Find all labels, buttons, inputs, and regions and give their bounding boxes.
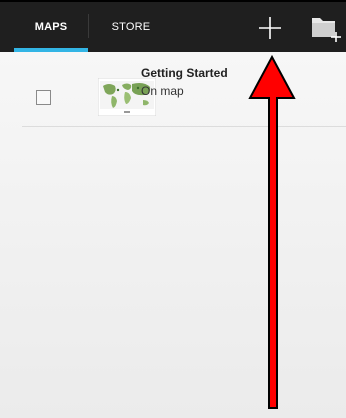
plus-icon xyxy=(259,17,281,39)
add-map-button[interactable] xyxy=(254,12,286,44)
maps-list xyxy=(0,52,346,418)
tab-maps[interactable]: MAPS xyxy=(14,2,88,52)
tab-store[interactable]: STORE xyxy=(90,2,172,52)
list-divider xyxy=(22,126,346,127)
folder-add-icon xyxy=(312,18,341,42)
map-title: Getting Started xyxy=(141,66,228,80)
app-top-bar: MAPS STORE xyxy=(0,0,346,52)
tab-divider xyxy=(88,14,89,38)
tab-maps-label: MAPS xyxy=(34,21,68,33)
tab-store-label: STORE xyxy=(111,21,151,33)
import-folder-button[interactable] xyxy=(306,12,342,44)
map-subtitle: On map xyxy=(141,84,184,98)
map-checkbox[interactable] xyxy=(36,90,51,105)
